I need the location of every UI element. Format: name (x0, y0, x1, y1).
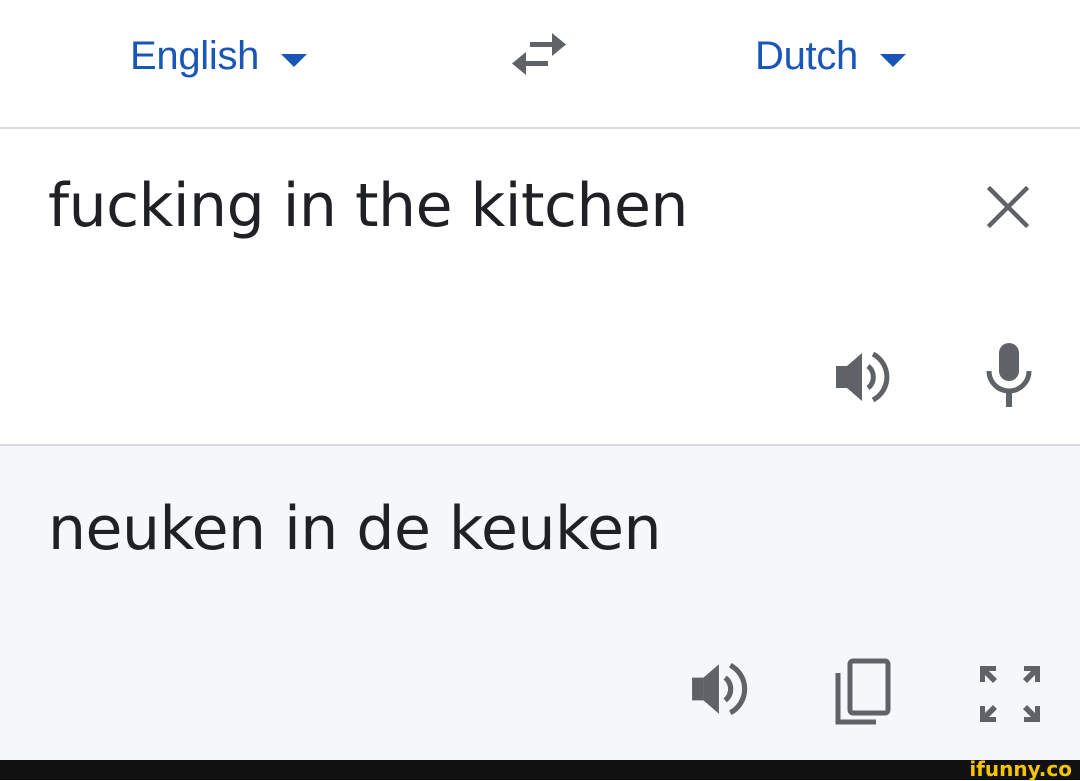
source-dropdown-icon (281, 53, 308, 67)
target-language-selector[interactable]: Dutch (755, 30, 906, 82)
source-language-selector[interactable]: English (130, 30, 308, 82)
swap-languages-button[interactable] (506, 30, 574, 80)
language-bar: English Dutch (0, 0, 1080, 128)
mic-icon (986, 343, 1032, 407)
volume-up-icon (836, 351, 890, 403)
output-panel: neuken in de keuken (0, 446, 1080, 760)
input-panel[interactable]: fucking in the kitchen (0, 129, 1080, 444)
swap-horiz-icon (512, 33, 566, 75)
listen-source-button[interactable] (834, 347, 894, 407)
copy-translation-button[interactable] (832, 656, 894, 726)
fullscreen-button[interactable] (978, 664, 1042, 724)
source-language-label: English (130, 33, 260, 78)
voice-input-button[interactable] (984, 341, 1034, 409)
ifunny-watermark: ifunny.co (969, 757, 1072, 781)
translated-text: neuken in de keuken (48, 494, 662, 564)
source-text[interactable]: fucking in the kitchen (48, 171, 688, 241)
listen-translation-button[interactable] (690, 658, 752, 720)
target-dropdown-icon (880, 53, 906, 67)
watermark-bar: ifunny.co (0, 757, 1080, 781)
target-language-label: Dutch (755, 33, 858, 78)
fullscreen-icon (980, 666, 1040, 722)
copy-icon (835, 658, 891, 725)
close-icon (986, 185, 1030, 229)
clear-button[interactable] (984, 183, 1032, 231)
volume-up-icon (692, 662, 748, 716)
